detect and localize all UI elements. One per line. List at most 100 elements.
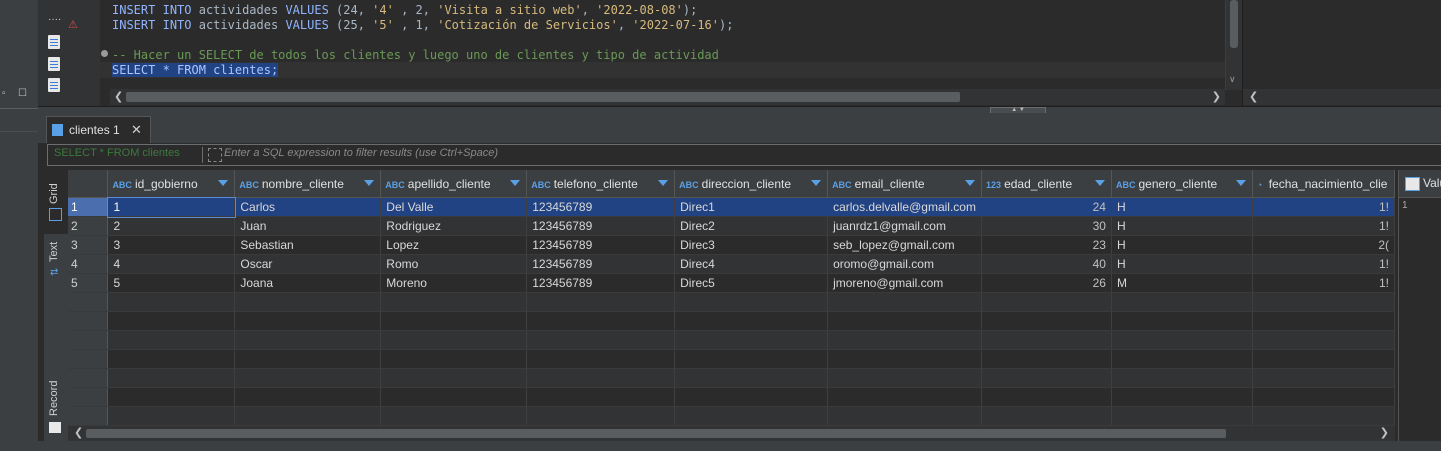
cell-edad[interactable]: 30 (981, 216, 1112, 236)
cell-apellido[interactable] (380, 368, 528, 388)
table-row[interactable] (68, 330, 1395, 350)
row-number[interactable]: 5 (68, 273, 109, 293)
sort-dropdown-icon[interactable] (218, 180, 229, 186)
chevron-left-icon[interactable]: ❮ (74, 426, 83, 439)
cell-email[interactable]: seb_lopez@gmail.com (827, 235, 983, 255)
cell-email[interactable] (827, 311, 983, 331)
cell-apellido[interactable] (380, 292, 528, 312)
cell-nombre[interactable] (234, 406, 382, 426)
table-row[interactable]: 2 2 Juan Rodriguez 123456789 Direc2 juanrdz1@g… (68, 216, 1395, 236)
cell-email[interactable] (827, 349, 983, 369)
cell-nombre[interactable] (234, 292, 382, 312)
cell-tel[interactable]: 123456789 (526, 273, 676, 293)
sort-dropdown-icon[interactable] (1235, 180, 1246, 186)
cell-email[interactable] (827, 368, 983, 388)
cell-tel[interactable] (526, 311, 676, 331)
row-number[interactable] (68, 311, 109, 331)
cell-fecha[interactable]: 1! (1252, 273, 1395, 293)
column-header-apellido-cliente[interactable]: ABC apellido_cliente (380, 170, 528, 198)
cell-dir[interactable] (674, 349, 829, 369)
cell-nombre[interactable] (234, 368, 382, 388)
cell-id[interactable]: 1 (106, 196, 236, 218)
cell-apellido[interactable] (380, 349, 528, 369)
cell-apellido[interactable] (380, 387, 528, 407)
cell-tel[interactable] (526, 292, 676, 312)
cell-edad[interactable] (981, 387, 1112, 407)
column-header-direccion-cliente[interactable]: ABC direccion_cliente (674, 170, 829, 198)
cell-genero[interactable]: H (1111, 235, 1253, 255)
cell-genero[interactable] (1111, 368, 1253, 388)
cell-email[interactable] (827, 292, 983, 312)
cell-email[interactable] (827, 387, 983, 407)
row-number[interactable] (68, 406, 109, 426)
cell-apellido[interactable]: Rodriguez (380, 216, 528, 236)
chevron-left-icon[interactable]: ❮ (1249, 90, 1258, 103)
cell-dir[interactable] (674, 311, 829, 331)
fold-marker-icon[interactable] (101, 50, 108, 57)
restore-icon[interactable]: ▫ (2, 88, 6, 99)
cell-nombre[interactable]: Sebastian (234, 235, 382, 255)
cell-id[interactable]: 5 (107, 273, 236, 293)
column-header-fecha-nacimiento[interactable]: ◔ fecha_nacimiento_clie (1252, 170, 1395, 198)
table-row[interactable] (68, 368, 1395, 388)
scroll-thumb[interactable] (126, 92, 960, 102)
results-grid[interactable]: ABC id_gobierno ABC nombre_cliente ABC apel… (68, 170, 1395, 426)
cell-apellido[interactable]: Lopez (380, 235, 528, 255)
column-header-id-gobierno[interactable]: ABC id_gobierno (107, 170, 236, 198)
table-row[interactable] (68, 292, 1395, 312)
cell-fecha[interactable] (1252, 349, 1395, 369)
cell-nombre[interactable] (234, 330, 382, 350)
cell-dir[interactable] (674, 387, 829, 407)
cell-genero[interactable] (1111, 292, 1253, 312)
cell-id[interactable]: 4 (107, 254, 236, 274)
table-row[interactable]: 1 1 Carlos Del Valle 123456789 Direc1 carlos.d… (68, 196, 1395, 218)
cell-dir[interactable] (674, 330, 829, 350)
editor-vertical-scrollbar[interactable]: ∨ (1225, 0, 1242, 90)
maximize-icon[interactable]: ☐ (18, 88, 27, 99)
cell-edad[interactable] (981, 349, 1112, 369)
cell-edad[interactable] (981, 368, 1112, 388)
explain-plan-icon[interactable] (48, 78, 60, 92)
execute-script-icon[interactable] (48, 57, 60, 71)
row-number[interactable]: 1 (68, 197, 109, 217)
row-number[interactable] (68, 368, 109, 388)
cell-fecha[interactable]: 1! (1252, 197, 1395, 217)
sort-dropdown-icon[interactable] (364, 180, 375, 186)
cell-tel[interactable] (526, 349, 676, 369)
cell-tel[interactable]: 123456789 (526, 235, 676, 255)
cell-genero[interactable]: M (1111, 273, 1253, 293)
row-number[interactable]: 4 (68, 254, 109, 274)
chevron-right-icon[interactable]: ❯ (1212, 90, 1221, 103)
cell-apellido[interactable]: Moreno (380, 273, 528, 293)
cell-genero[interactable]: H (1111, 254, 1253, 274)
tab-record[interactable]: Record (44, 370, 68, 440)
column-header-genero-cliente[interactable]: ABC genero_cliente (1111, 170, 1253, 198)
cell-id[interactable] (107, 311, 236, 331)
table-row[interactable] (68, 406, 1395, 426)
row-number[interactable] (68, 330, 109, 350)
cell-fecha[interactable] (1252, 330, 1395, 350)
chevron-left-icon[interactable]: ❮ (114, 90, 123, 103)
cell-fecha[interactable] (1252, 311, 1395, 331)
cell-genero[interactable] (1111, 330, 1253, 350)
table-row[interactable]: 3 3 Sebastian Lopez 123456789 Direc3 seb_lopez… (68, 235, 1395, 255)
cell-fecha[interactable] (1252, 368, 1395, 388)
table-row[interactable] (68, 349, 1395, 369)
cell-email[interactable]: juanrdz1@gmail.com (827, 216, 983, 236)
cell-nombre[interactable] (234, 311, 382, 331)
cell-id[interactable]: 3 (107, 235, 236, 255)
row-number[interactable]: 2 (68, 216, 109, 236)
cell-nombre[interactable]: Juan (234, 216, 382, 236)
close-icon[interactable]: ✕ (131, 122, 142, 137)
cell-dir[interactable] (674, 406, 829, 426)
cell-dir[interactable]: Direc4 (674, 254, 829, 274)
cell-fecha[interactable] (1252, 292, 1395, 312)
cell-nombre[interactable] (234, 387, 382, 407)
sort-dropdown-icon[interactable] (1094, 180, 1105, 186)
cell-id[interactable]: 2 (107, 216, 236, 236)
cell-id[interactable] (107, 406, 236, 426)
cell-dir[interactable] (674, 368, 829, 388)
cell-apellido[interactable] (380, 311, 528, 331)
cell-apellido[interactable] (380, 330, 528, 350)
cell-email[interactable] (827, 330, 983, 350)
